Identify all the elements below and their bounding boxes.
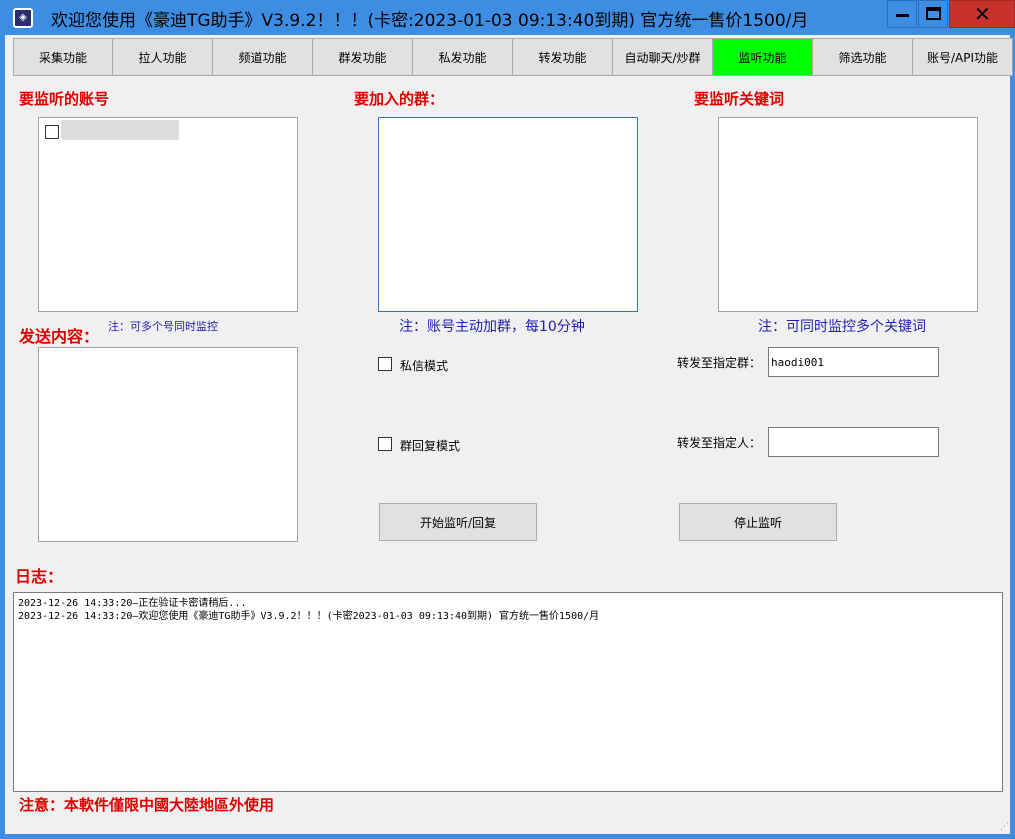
maximize-icon	[926, 7, 941, 20]
forward-person-label: 转发至指定人：	[677, 436, 762, 450]
account-checkbox[interactable]	[45, 125, 59, 139]
log-label: 日志：	[15, 567, 64, 586]
start-monitor-button[interactable]: 开始监听/回复	[379, 503, 537, 541]
close-button[interactable]: ✕	[949, 0, 1015, 28]
keywords-note: 注：可同时监控多个关键词	[758, 319, 926, 335]
footer-notice: 注意：本軟件僅限中國大陸地區外使用	[19, 796, 275, 814]
send-content-textarea[interactable]	[38, 347, 298, 542]
log-output[interactable]: 2023-12-26 14:33:20—正在验证卡密请稍后... 2023-12…	[13, 592, 1003, 792]
accounts-label: 要监听的账号	[19, 90, 110, 108]
close-icon: ✕	[974, 2, 991, 26]
account-name-redacted	[61, 120, 179, 140]
resize-grip-icon[interactable]: ⋰	[1000, 822, 1010, 832]
accounts-list[interactable]	[38, 117, 298, 312]
group-reply-mode-label: 群回复模式	[400, 439, 461, 453]
log-line: 2023-12-26 14:33:20—正在验证卡密请稍后...	[18, 598, 247, 609]
send-content-label: 发送内容：	[19, 327, 100, 346]
app-window: ◈ 欢迎您使用《豪迪TG助手》V3.9.2！！！(卡密:2023-01-03 0…	[0, 0, 1015, 839]
tab-forward[interactable]: 转发功能	[513, 38, 613, 76]
minimize-button[interactable]	[887, 0, 917, 28]
private-mode-checkbox[interactable]	[378, 357, 392, 371]
group-reply-mode-checkbox[interactable]	[378, 437, 392, 451]
tab-pull-users[interactable]: 拉人功能	[113, 38, 213, 76]
groups-note: 注：账号主动加群，每10分钟	[399, 319, 585, 335]
groups-label: 要加入的群：	[354, 90, 445, 108]
tab-collect[interactable]: 采集功能	[13, 38, 113, 76]
tab-private-send[interactable]: 私发功能	[413, 38, 513, 76]
tab-filter[interactable]: 筛选功能	[813, 38, 913, 76]
tab-bar: 采集功能 拉人功能 频道功能 群发功能 私发功能 转发功能 自动聊天/炒群 监听…	[13, 38, 1013, 76]
stop-monitor-button[interactable]: 停止监听	[679, 503, 837, 541]
forward-person-input[interactable]	[768, 427, 939, 457]
keywords-label: 要监听关键词	[694, 90, 785, 108]
app-icon: ◈	[13, 8, 33, 28]
accounts-note: 注：可多个号同时监控	[108, 320, 218, 333]
private-mode-label: 私信模式	[400, 359, 449, 373]
title-bar[interactable]: ◈ 欢迎您使用《豪迪TG助手》V3.9.2！！！(卡密:2023-01-03 0…	[5, 0, 1015, 35]
groups-list[interactable]	[378, 117, 638, 312]
tab-channel[interactable]: 频道功能	[213, 38, 313, 76]
window-title: 欢迎您使用《豪迪TG助手》V3.9.2！！！(卡密:2023-01-03 09:…	[51, 11, 809, 31]
tab-monitor[interactable]: 监听功能	[713, 38, 813, 76]
tab-auto-chat[interactable]: 自动聊天/炒群	[613, 38, 713, 76]
tab-account-api[interactable]: 账号/API功能	[913, 38, 1013, 76]
forward-group-label: 转发至指定群：	[677, 356, 762, 370]
log-line: 2023-12-26 14:33:20—欢迎您使用《豪迪TG助手》V3.9.2！…	[18, 611, 600, 622]
keywords-list[interactable]	[718, 117, 978, 312]
maximize-button[interactable]	[918, 0, 948, 28]
minimize-icon	[896, 14, 909, 17]
tab-group-send[interactable]: 群发功能	[313, 38, 413, 76]
forward-group-input[interactable]: haodi001	[768, 347, 939, 377]
